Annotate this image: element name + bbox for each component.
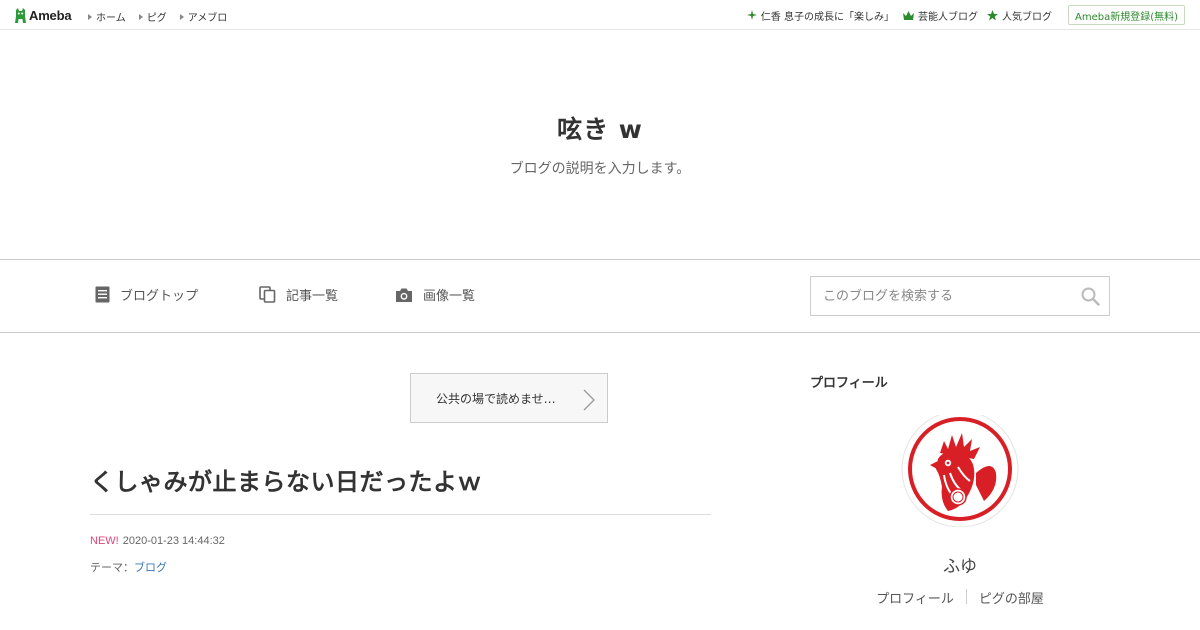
search-input[interactable] xyxy=(811,277,1071,315)
link-divider xyxy=(965,589,967,604)
copy-icon xyxy=(259,286,276,303)
entry-divider xyxy=(90,514,711,515)
entry-theme: テーマ：ブログ xyxy=(90,559,167,575)
profile-links: プロフィール ピグの部屋 xyxy=(810,588,1110,607)
blog-title[interactable]: 呟き w xyxy=(0,110,1200,146)
global-header: Ameba ホーム ピグ アメブロ 仁香 息子の成長に「楽しみ」 芸能人ブログ … xyxy=(0,0,1200,30)
blog-description: ブログの説明を入力します。 xyxy=(509,161,691,177)
document-icon xyxy=(95,286,110,303)
entry-meta: NEW! 2020-01-23 14:44:32 xyxy=(90,535,225,547)
triangle-right-icon xyxy=(88,13,92,20)
nav-article-list-label: 記事一覧 xyxy=(286,289,339,304)
trending-news-link[interactable]: 仁香 息子の成長に「楽しみ」 xyxy=(746,8,894,23)
global-nav-label: アメブロ xyxy=(187,13,228,24)
profile-heading: プロフィール xyxy=(810,376,888,391)
global-nav-label: ピグ xyxy=(146,13,167,24)
nav-blog-top-label: ブログトップ xyxy=(120,289,199,304)
triangle-right-icon xyxy=(179,13,184,20)
register-button[interactable]: Ameba新規登録(無料) xyxy=(1067,5,1185,25)
global-nav-ameblo[interactable]: アメブロ xyxy=(179,9,228,24)
avatar[interactable] xyxy=(900,415,1020,527)
nav-article-list[interactable]: 記事一覧 xyxy=(259,285,338,304)
sparkle-icon xyxy=(746,10,757,20)
theme-filter-label: 公共の場で読めませ… xyxy=(436,391,556,406)
popular-blog-link[interactable]: 人気ブログ xyxy=(986,8,1052,23)
chevron-right-icon xyxy=(583,389,595,411)
nav-image-list-label: 画像一覧 xyxy=(423,289,476,304)
logo-text: Ameba xyxy=(29,7,72,23)
global-nav-home[interactable]: ホーム xyxy=(88,9,126,24)
blog-nav: ブログトップ 記事一覧 画像一覧 xyxy=(0,259,1200,333)
entry-title[interactable]: くしゃみが止まらない日だったよｗ xyxy=(90,462,482,497)
celebrity-blog-link[interactable]: 芸能人ブログ xyxy=(902,8,978,23)
profile-link[interactable]: プロフィール xyxy=(876,588,954,607)
popular-blog-label: 人気ブログ xyxy=(1001,11,1052,23)
search-icon[interactable] xyxy=(1081,287,1100,306)
star-icon xyxy=(986,9,998,20)
camera-icon xyxy=(396,288,412,302)
pigg-room-link[interactable]: ピグの部屋 xyxy=(979,588,1044,607)
entry-theme-link[interactable]: ブログ xyxy=(134,561,167,574)
theme-filter-button[interactable]: 公共の場で読めませ… xyxy=(410,373,608,423)
ameba-mascot-icon xyxy=(15,7,26,23)
crown-icon xyxy=(902,10,914,20)
nav-blog-top[interactable]: ブログトップ xyxy=(95,285,198,304)
global-nav-pigg[interactable]: ピグ xyxy=(138,9,167,24)
triangle-right-icon xyxy=(138,13,143,20)
profile-name[interactable]: ふゆ xyxy=(810,552,1110,577)
celebrity-blog-label: 芸能人ブログ xyxy=(917,11,978,23)
header-right: 仁香 息子の成長に「楽しみ」 芸能人ブログ 人気ブログ Ameba新規登録(無料… xyxy=(746,0,1200,30)
ameba-logo[interactable]: Ameba xyxy=(14,6,72,24)
global-nav-label: ホーム xyxy=(96,13,126,24)
trending-news-label: 仁香 息子の成長に「楽しみ」 xyxy=(760,11,894,23)
nav-image-list[interactable]: 画像一覧 xyxy=(395,285,475,304)
entry-theme-prefix: テーマ： xyxy=(90,561,134,574)
new-badge: NEW! xyxy=(90,535,119,547)
entry-timestamp: 2020-01-23 14:44:32 xyxy=(122,535,225,547)
blog-search xyxy=(810,276,1110,316)
global-nav: ホーム ピグ アメブロ xyxy=(88,9,227,24)
